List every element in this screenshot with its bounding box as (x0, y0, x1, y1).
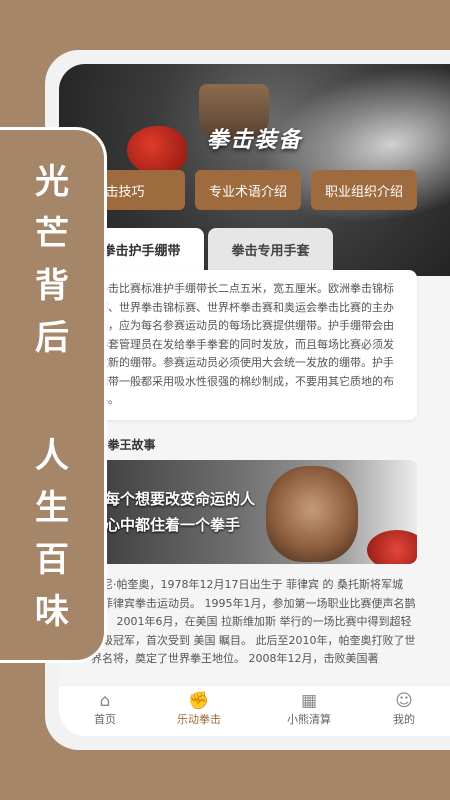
info-text: 拳击比赛标准护手绷带长二点五米，宽五厘米。欧洲拳击锦标赛、世界拳击锦标赛、世界杯… (97, 282, 394, 406)
photo-caption-line1: 每个想要改变命运的人 (105, 490, 256, 508)
tab-boxing[interactable]: ✊ 乐动拳击 (159, 690, 239, 728)
tab-boxing-gloves[interactable]: 拳击专用手套 (208, 228, 333, 270)
badge-line1: 光芒背后 (0, 156, 104, 364)
calculator-icon: ▦ (300, 691, 318, 711)
hero-title: 拳击装备 (206, 128, 303, 153)
boxer-face-image (266, 466, 358, 562)
phone-frame: 拳击装备 本拳击技巧 专业术语介绍 职业组织介绍 拳击护手绷带 拳击专用手套 拳… (45, 50, 450, 750)
badge-char: 后 (35, 318, 69, 358)
boxing-icon: ✊ (188, 691, 210, 711)
profile-icon: ☺ (395, 691, 413, 711)
info-card: 拳击比赛标准护手绷带长二点五米，宽五厘米。欧洲拳击锦标赛、世界拳击锦标赛、世界杯… (59, 270, 417, 420)
bottom-tab-bar: ⌂ 首页 ✊ 乐动拳击 ▦ 小熊清算 ☺ 我的 (59, 685, 450, 736)
organizations-button[interactable]: 职业组织介绍 (311, 170, 417, 210)
tab-calculator[interactable]: ▦ 小熊清算 (269, 690, 349, 728)
boxer-photo[interactable]: 每个想要改变命运的人 心中都住着一个拳手 (91, 460, 417, 564)
tab-profile[interactable]: ☺ 我的 (364, 690, 444, 728)
photo-caption-line2: 心中都住着一个拳手 (105, 516, 241, 534)
promo-badge: 光芒背后 人生百味 (0, 130, 104, 660)
tab-home[interactable]: ⌂ 首页 (65, 690, 145, 728)
terms-button[interactable]: 专业术语介绍 (195, 170, 301, 210)
water-splash-image (246, 64, 450, 246)
badge-char: 生 (35, 488, 69, 528)
tab-profile-label: 我的 (393, 713, 415, 726)
tab-home-label: 首页 (94, 713, 116, 726)
story-text: 曼尼·帕奎奥，1978年12月17日出生于 菲律宾 的 桑托斯将军城 ，菲律宾拳… (91, 578, 416, 665)
badge-char: 百 (35, 540, 69, 580)
badge-char: 味 (35, 592, 69, 632)
badge-char: 背 (35, 266, 69, 306)
home-icon: ⌂ (99, 691, 111, 711)
red-glove-image (367, 530, 417, 564)
badge-char: 人 (35, 436, 69, 476)
equipment-tabs: 拳击护手绷带 拳击专用手套 (59, 228, 450, 270)
tab-boxing-label: 乐动拳击 (177, 713, 221, 726)
badge-char: 光 (35, 162, 69, 202)
badge-char: 芒 (35, 214, 69, 254)
app-screen: 拳击装备 本拳击技巧 专业术语介绍 职业组织介绍 拳击护手绷带 拳击专用手套 拳… (59, 64, 450, 736)
tab-calculator-label: 小熊清算 (287, 713, 331, 726)
badge-line2: 人生百味 (0, 430, 104, 638)
